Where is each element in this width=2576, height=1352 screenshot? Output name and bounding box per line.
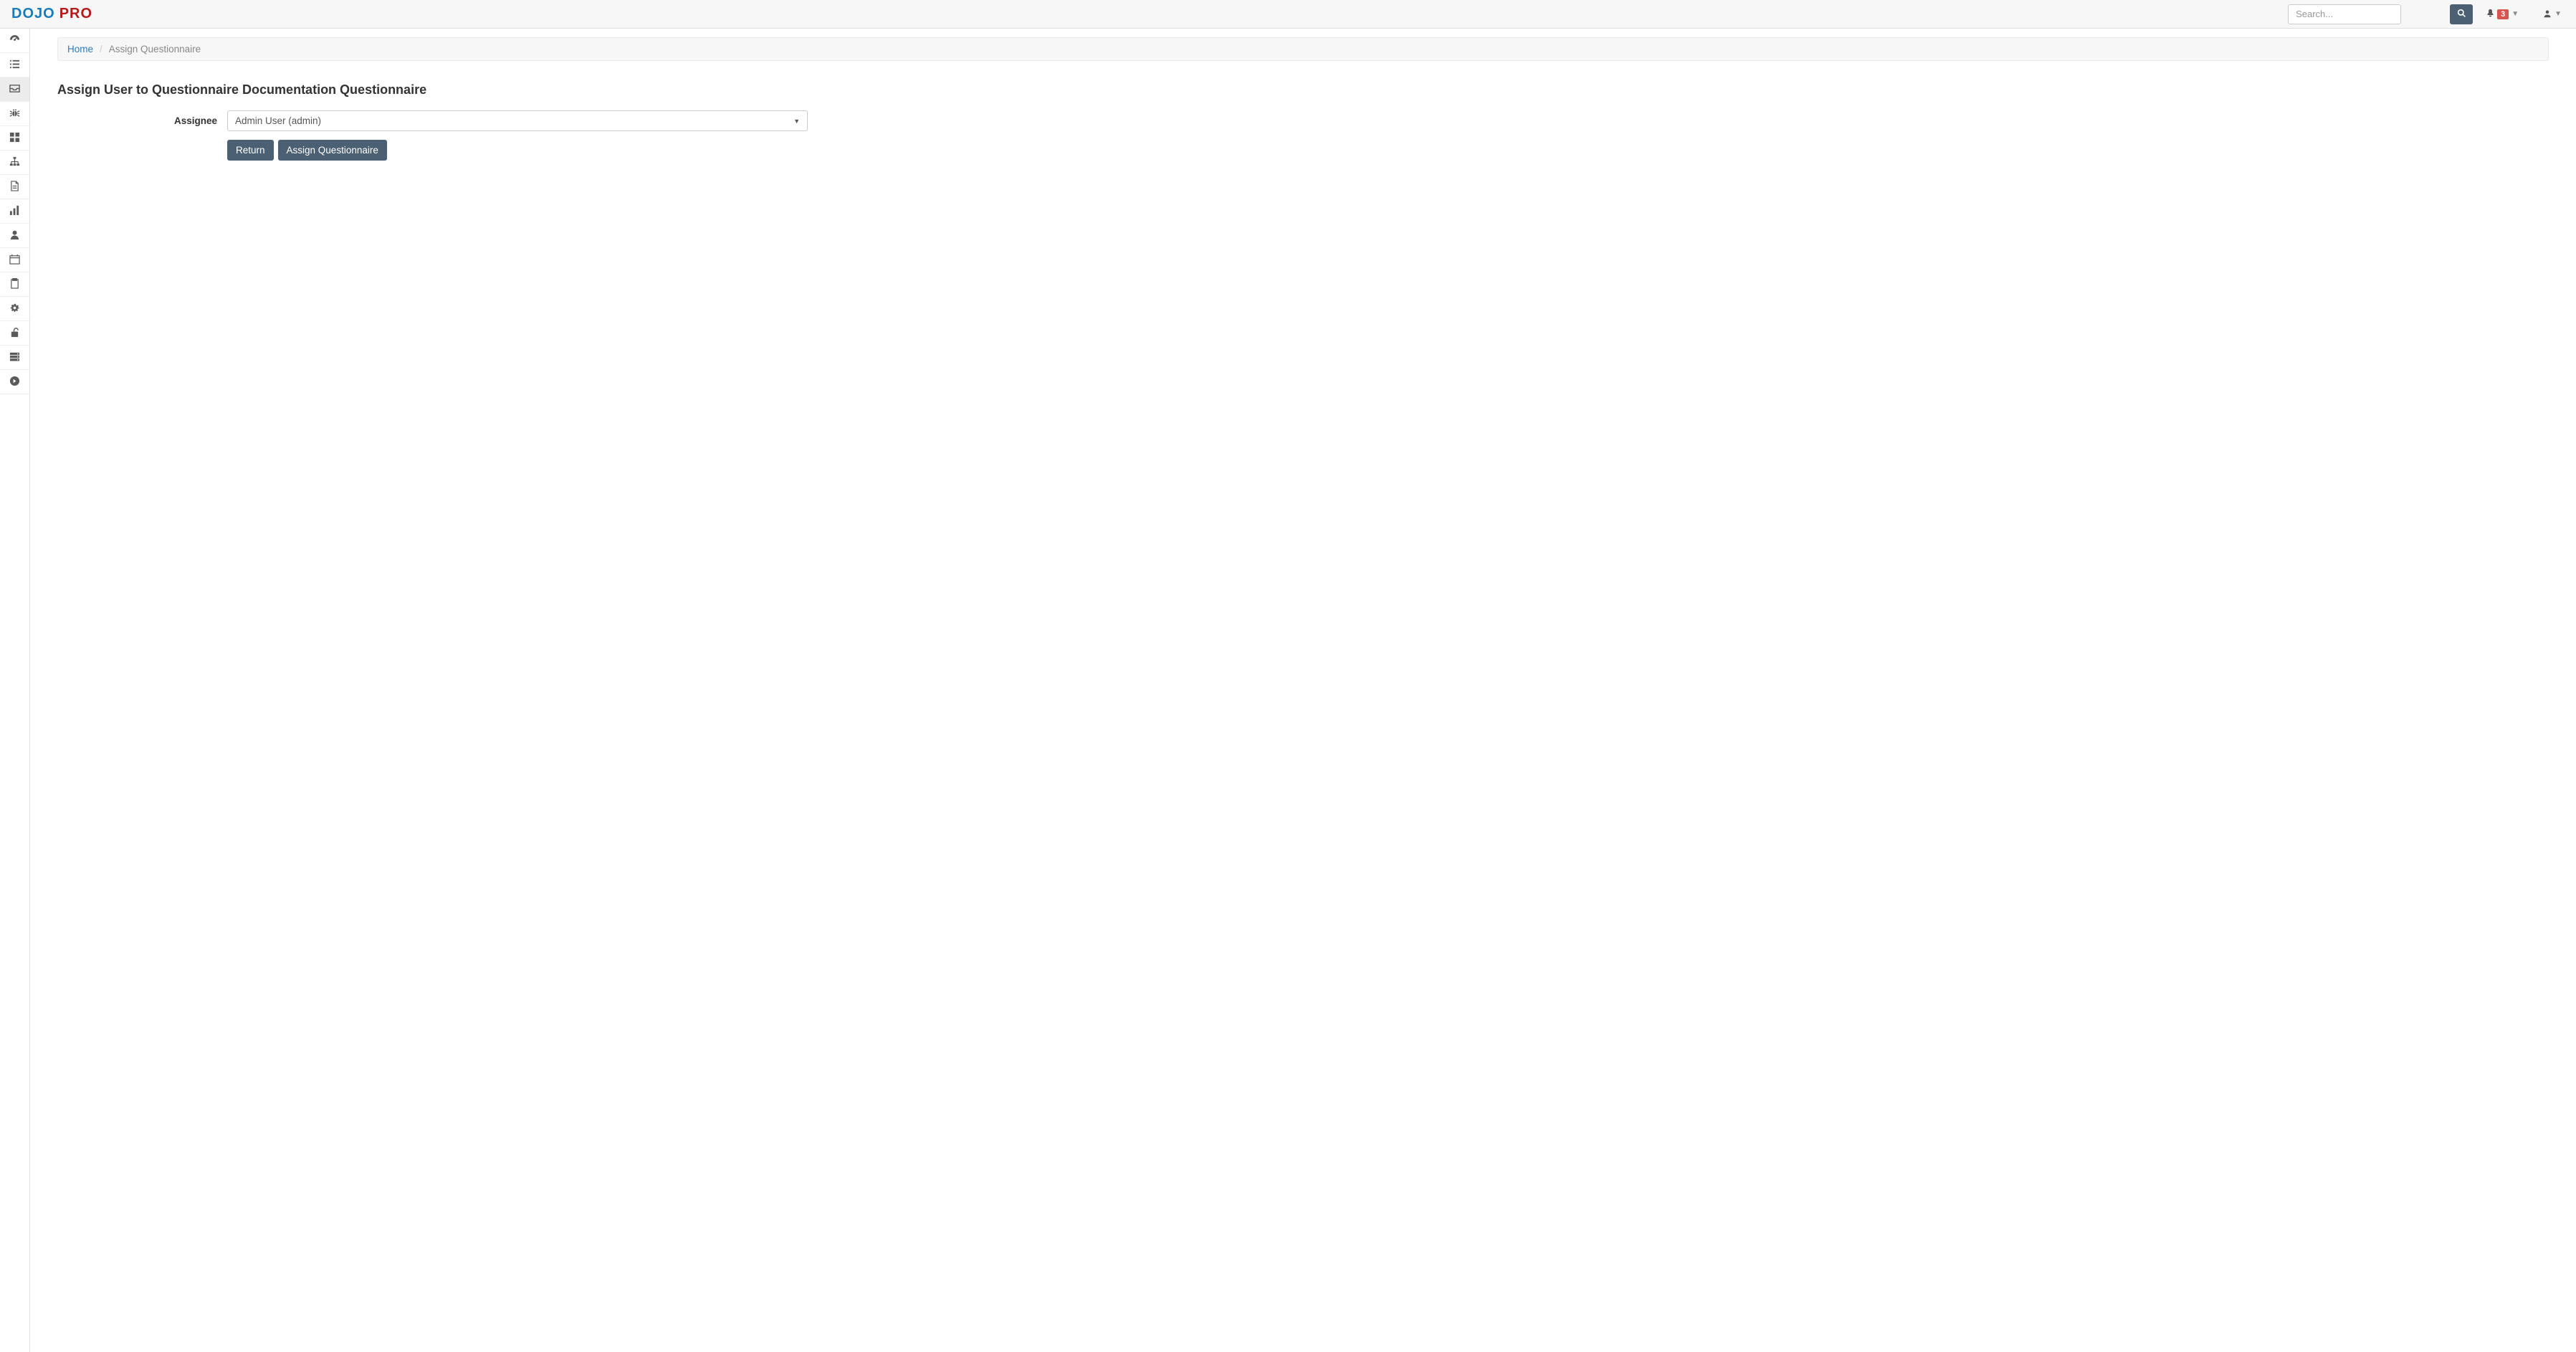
chevron-down-icon: ▼ [2511, 10, 2519, 18]
bell-icon [2486, 9, 2495, 20]
assignee-selected-value: Admin User (admin) [235, 115, 321, 126]
assignee-row: Assignee Admin User (admin) ▼ [57, 110, 2549, 131]
list-icon [9, 59, 20, 72]
sidebar-item-inbox[interactable] [0, 77, 29, 102]
sidebar-item-grid[interactable] [0, 126, 29, 151]
brand-left: DOJO [11, 6, 55, 22]
page-title: Assign User to Questionnaire Documentati… [57, 82, 2549, 97]
grid-icon [9, 132, 20, 145]
sidebar-item-documents[interactable] [0, 175, 29, 199]
sidebar-item-server[interactable] [0, 346, 29, 370]
sidebar-item-reports[interactable] [0, 199, 29, 224]
dashboard-icon [9, 34, 20, 47]
sidebar-item-settings[interactable] [0, 297, 29, 321]
sidebar-item-unlock[interactable] [0, 321, 29, 346]
search-icon [2457, 9, 2466, 20]
unlock-icon [9, 327, 20, 340]
sitemap-icon [9, 156, 20, 169]
top-navbar: DOJO PRO 3 ▼ ▼ [0, 0, 2576, 29]
form-buttons: Return Assign Questionnaire [227, 140, 2549, 161]
chart-icon [9, 205, 20, 218]
assignee-label: Assignee [57, 115, 227, 126]
gear-icon [9, 303, 20, 315]
brand-logo[interactable]: DOJO PRO [11, 6, 92, 22]
notifications-menu[interactable]: 3 ▼ [2486, 9, 2519, 20]
bug-icon [9, 108, 20, 120]
breadcrumb: Home / Assign Questionnaire [57, 37, 2549, 61]
return-button[interactable]: Return [227, 140, 274, 161]
calendar-icon [9, 254, 20, 267]
search-input[interactable] [2288, 4, 2401, 24]
sidebar-item-users[interactable] [0, 224, 29, 248]
user-menu[interactable]: ▼ [2543, 9, 2562, 20]
main-content: Home / Assign Questionnaire Assign User … [30, 37, 2576, 161]
user-icon [2543, 9, 2552, 20]
assignee-select[interactable]: Admin User (admin) ▼ [227, 110, 808, 131]
breadcrumb-current: Assign Questionnaire [109, 44, 201, 54]
chevron-down-icon: ▼ [2554, 10, 2562, 18]
user-icon [9, 229, 20, 242]
breadcrumb-home[interactable]: Home [67, 44, 93, 54]
left-sidebar [0, 29, 30, 1352]
brand-right: PRO [59, 6, 92, 22]
inbox-icon [9, 83, 20, 96]
search-button[interactable] [2450, 4, 2473, 24]
clipboard-icon [9, 278, 20, 291]
chevron-down-icon: ▼ [793, 118, 800, 125]
breadcrumb-separator: / [100, 44, 102, 54]
file-icon [9, 181, 20, 194]
server-icon [9, 351, 20, 364]
sidebar-item-list[interactable] [0, 53, 29, 77]
arrow-circle-icon [9, 376, 20, 389]
sidebar-item-dashboard[interactable] [0, 29, 29, 53]
notification-count-badge: 3 [2497, 9, 2509, 19]
assign-questionnaire-button[interactable]: Assign Questionnaire [278, 140, 387, 161]
sidebar-item-collapse[interactable] [0, 370, 29, 394]
sidebar-item-sitemap[interactable] [0, 151, 29, 175]
sidebar-item-calendar[interactable] [0, 248, 29, 272]
sidebar-item-bugs[interactable] [0, 102, 29, 126]
sidebar-item-clipboard[interactable] [0, 272, 29, 297]
